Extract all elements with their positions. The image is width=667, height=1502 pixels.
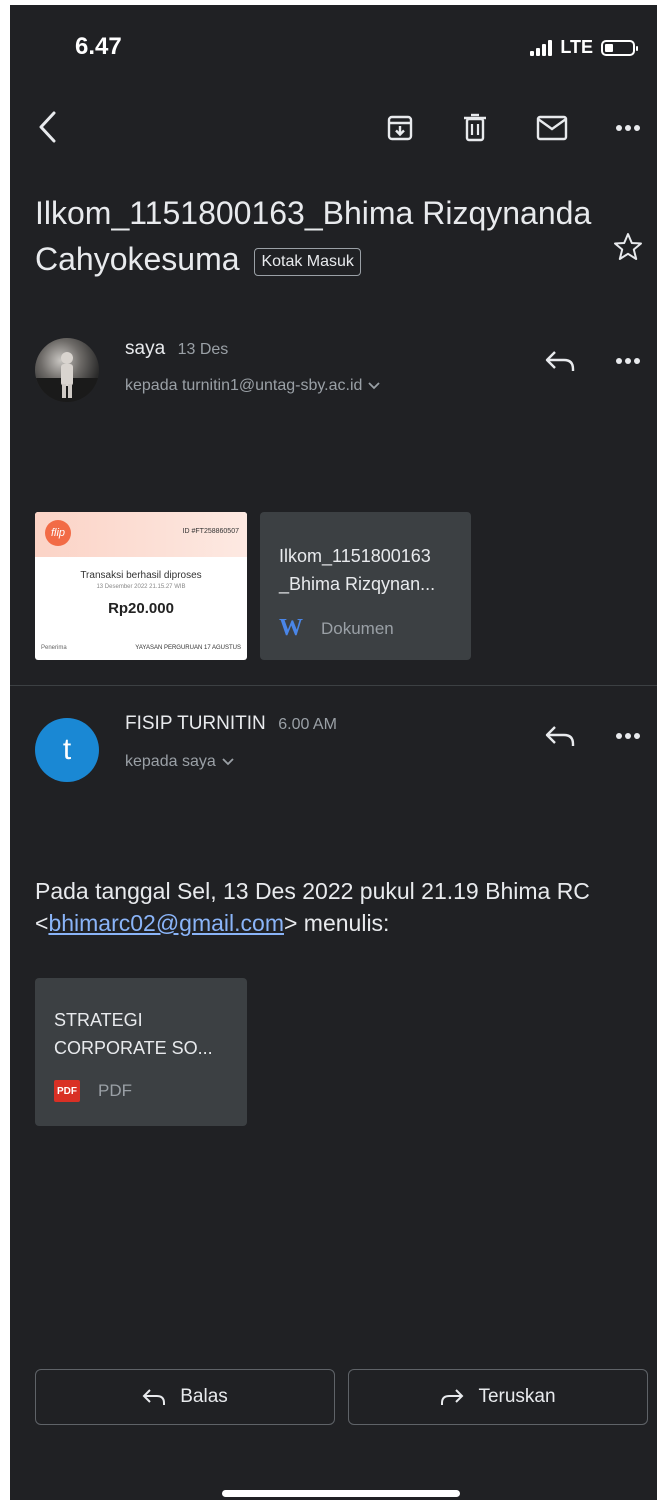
- chevron-down-icon: [222, 758, 234, 766]
- inbox-label[interactable]: Kotak Masuk: [254, 247, 361, 276]
- message-date: 13 Des: [177, 341, 229, 358]
- home-indicator[interactable]: [222, 1490, 460, 1497]
- word-doc-icon: W: [279, 615, 303, 641]
- reply-icon: [545, 351, 575, 371]
- forward-icon: [441, 1389, 464, 1405]
- archive-icon: [387, 115, 413, 141]
- pdf-type-row: PDF PDF: [54, 1080, 132, 1102]
- email-subject: Ilkom_1151800163_Bhima Rizqynanda Cahyok…: [35, 190, 595, 282]
- sender-name: saya: [125, 338, 166, 359]
- receipt-status: Transaksi berhasil diproses: [80, 570, 202, 581]
- receipt-recipient-value: YAYASAN PERGURUAN 17 AGUSTUS: [135, 645, 241, 651]
- reply-label: Balas: [180, 1386, 228, 1407]
- chevron-down-icon: [368, 382, 381, 390]
- receipt-recipient-label: Penerima: [41, 645, 67, 651]
- more-options-button[interactable]: [610, 115, 646, 141]
- pdf-icon: PDF: [54, 1080, 80, 1102]
- sender-avatar[interactable]: [35, 338, 99, 402]
- mark-unread-button[interactable]: [532, 110, 572, 146]
- star-icon: [614, 233, 642, 260]
- receipt-id: ID #FT258860507: [182, 528, 239, 535]
- more-horizontal-icon: [616, 358, 640, 364]
- signal-icon: [530, 39, 553, 56]
- message1-header: saya 13 Des: [125, 338, 228, 360]
- reply-button[interactable]: [540, 343, 580, 379]
- pdf-title: STRATEGI CORPORATE SO...: [54, 1010, 213, 1058]
- pdf-type: PDF: [98, 1081, 132, 1100]
- message2-header: FISIP TURNITIN 6.00 AM: [125, 713, 337, 735]
- document-title: Ilkom_1151800163 _Bhima Rizqynan...: [279, 546, 436, 594]
- message-divider: [10, 685, 657, 686]
- receipt-datetime: 13 Desember 2022 21.15.27 WIB: [96, 584, 186, 590]
- message1-more-button[interactable]: [610, 348, 646, 374]
- status-indicators: LTE: [530, 37, 638, 58]
- back-button[interactable]: [30, 105, 66, 149]
- person-photo-icon: [35, 352, 99, 402]
- document-type: Dokumen: [321, 618, 394, 638]
- recipient-toggle[interactable]: kepada saya: [125, 753, 234, 771]
- star-button[interactable]: [608, 227, 648, 267]
- reply-icon: [142, 1389, 166, 1405]
- message-date: 6.00 AM: [278, 716, 337, 733]
- image-attachment[interactable]: flip ID #FT258860507 Transaksi berhasil …: [35, 512, 247, 660]
- network-label: LTE: [560, 37, 593, 57]
- trash-icon: [464, 113, 486, 142]
- receipt-amount: Rp20.000: [108, 600, 174, 617]
- more-horizontal-icon: [616, 733, 640, 739]
- battery-icon: [601, 39, 638, 56]
- delete-button[interactable]: [457, 110, 493, 146]
- document-type-row: W Dokumen: [279, 615, 394, 642]
- recipient-text: kepada saya: [125, 753, 216, 770]
- quoted-header: Pada tanggal Sel, 13 Des 2022 pukul 21.1…: [35, 875, 645, 939]
- reply-icon: [545, 726, 575, 746]
- document-attachment[interactable]: Ilkom_1151800163 _Bhima Rizqynan... W Do…: [260, 512, 471, 660]
- forward-label: Teruskan: [478, 1386, 556, 1407]
- reply-button[interactable]: [540, 718, 580, 754]
- archive-button[interactable]: [382, 110, 418, 146]
- quoted-email-link[interactable]: bhimarc02@gmail.com: [48, 910, 284, 936]
- recipient-toggle[interactable]: kepada turnitin1@untag-sby.ac.id: [125, 377, 381, 395]
- chevron-left-icon: [39, 111, 56, 143]
- sender-avatar[interactable]: t: [35, 718, 99, 782]
- pdf-attachment[interactable]: STRATEGI CORPORATE SO... PDF PDF: [35, 978, 247, 1126]
- flip-logo: flip: [45, 520, 71, 546]
- more-horizontal-icon: [616, 125, 640, 131]
- forward-action-button[interactable]: Teruskan: [348, 1369, 648, 1425]
- message2-more-button[interactable]: [610, 723, 646, 749]
- sender-name: FISIP TURNITIN: [125, 713, 266, 734]
- mail-icon: [536, 115, 568, 141]
- email-screen: 6.47 LTE Ilkom_1151800163_Bhima Rizqynan…: [10, 5, 657, 1500]
- quote-suffix: > menulis:: [283, 910, 390, 936]
- reply-action-button[interactable]: Balas: [35, 1369, 335, 1425]
- recipient-text: kepada turnitin1@untag-sby.ac.id: [125, 377, 363, 394]
- status-time: 6.47: [75, 33, 122, 60]
